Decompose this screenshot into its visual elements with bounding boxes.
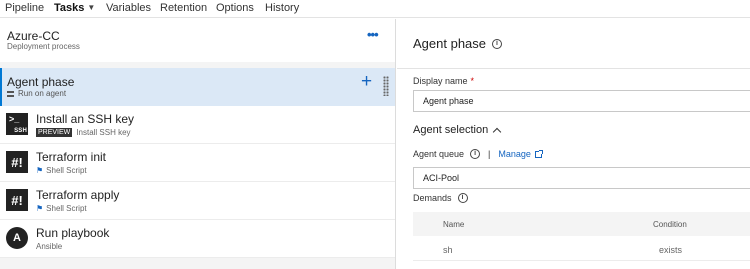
column-header-condition: Condition [653, 220, 687, 229]
tab-tasks[interactable]: Tasks ▼ [54, 1, 95, 15]
agent-phase-row[interactable]: Agent phase Run on agent + [0, 68, 395, 106]
process-title: Azure-CC [7, 29, 60, 43]
info-icon[interactable]: i [457, 193, 468, 203]
more-options-icon[interactable]: ••• [367, 27, 379, 42]
display-name-field[interactable]: Agent phase [413, 90, 750, 112]
ssh-key-icon: >_ SSH [6, 113, 28, 135]
task-row-run-playbook[interactable]: A Run playbook Ansible [0, 220, 395, 258]
task-title: Install an SSH key [36, 112, 135, 126]
divider [397, 68, 750, 69]
add-task-button[interactable]: + [361, 72, 372, 92]
deployment-process-header[interactable]: Azure-CC Deployment process ••• [0, 19, 395, 62]
drag-handle-icon[interactable] [383, 76, 389, 96]
table-row[interactable]: sh exists [413, 237, 750, 261]
demands-label-text: Demands [413, 193, 452, 203]
shell-script-icon: #! [6, 189, 28, 211]
task-subtitle-text: Shell Script [46, 204, 87, 213]
tab-variables[interactable]: Variables [106, 1, 151, 15]
task-title: Terraform init [36, 150, 107, 164]
ssh-icon-label: SSH [14, 128, 27, 134]
chevron-up-icon [492, 127, 502, 137]
flag-icon: ⚑ [36, 204, 44, 213]
agent-queue-select[interactable]: ACI-Pool [413, 167, 750, 189]
info-icon[interactable]: i [492, 38, 503, 49]
agent-selection-section[interactable]: Agent selection [413, 124, 502, 137]
task-list-pane: Azure-CC Deployment process ••• Agent ph… [0, 19, 396, 269]
demands-label: Demands i [413, 193, 468, 203]
ansible-icon: A [6, 227, 28, 249]
tab-tasks-label: Tasks [54, 2, 85, 14]
task-title: Run playbook [36, 226, 110, 240]
task-row-install-ssh-key[interactable]: >_ SSH Install an SSH key PREVIEW Instal… [0, 106, 395, 144]
manage-link[interactable]: Manage [498, 149, 543, 159]
task-subtitle: PREVIEW Install SSH key [36, 128, 131, 137]
preview-badge: PREVIEW [36, 128, 73, 137]
display-name-label: Display name * [413, 76, 474, 86]
column-header-name: Name [443, 220, 465, 229]
external-link-icon [534, 149, 543, 158]
task-title: Terraform apply [36, 188, 120, 202]
phase-subtitle: Run on agent [7, 89, 66, 98]
required-marker: * [470, 76, 475, 86]
chevron-down-icon: ▼ [87, 3, 96, 12]
phase-subtitle-text: Run on agent [18, 89, 67, 98]
task-subtitle: Ansible [36, 242, 62, 251]
demand-condition: exists [659, 245, 683, 255]
task-subtitle: ⚑ Shell Script [36, 166, 87, 175]
separator: | [488, 149, 491, 159]
info-icon[interactable]: i [470, 149, 481, 159]
tab-options[interactable]: Options [216, 1, 254, 15]
manage-link-text: Manage [498, 149, 531, 159]
display-name-label-text: Display name [413, 76, 468, 86]
task-row-terraform-apply[interactable]: #! Terraform apply ⚑ Shell Script [0, 182, 395, 220]
details-title: Agent phase i [413, 36, 503, 51]
demand-name: sh [443, 245, 453, 255]
agent-icon [7, 90, 14, 97]
prompt-glyph: >_ [9, 114, 20, 124]
phase-title: Agent phase [7, 75, 75, 89]
tab-retention[interactable]: Retention [160, 1, 207, 15]
tab-history[interactable]: History [265, 1, 299, 15]
tab-pipeline[interactable]: Pipeline [5, 1, 44, 15]
task-subtitle-text: Shell Script [46, 166, 87, 175]
agent-queue-label-text: Agent queue [413, 149, 465, 159]
flag-icon: ⚑ [36, 166, 44, 175]
tab-bar: Pipeline Tasks ▼ Variables Retention Opti… [0, 0, 750, 18]
task-subtitle-text: Install SSH key [76, 128, 131, 137]
agent-queue-label: Agent queue i | Manage [413, 149, 543, 159]
shell-script-icon: #! [6, 151, 28, 173]
phase-details-pane: Agent phase i Display name * Agent phase… [397, 19, 750, 269]
agent-selection-label: Agent selection [413, 124, 489, 136]
task-subtitle: ⚑ Shell Script [36, 204, 87, 213]
demands-table-header: Name Condition [413, 212, 750, 236]
task-row-terraform-init[interactable]: #! Terraform init ⚑ Shell Script [0, 144, 395, 182]
process-subtitle: Deployment process [7, 42, 80, 51]
details-title-text: Agent phase [413, 36, 487, 51]
task-subtitle-text: Ansible [36, 242, 63, 251]
